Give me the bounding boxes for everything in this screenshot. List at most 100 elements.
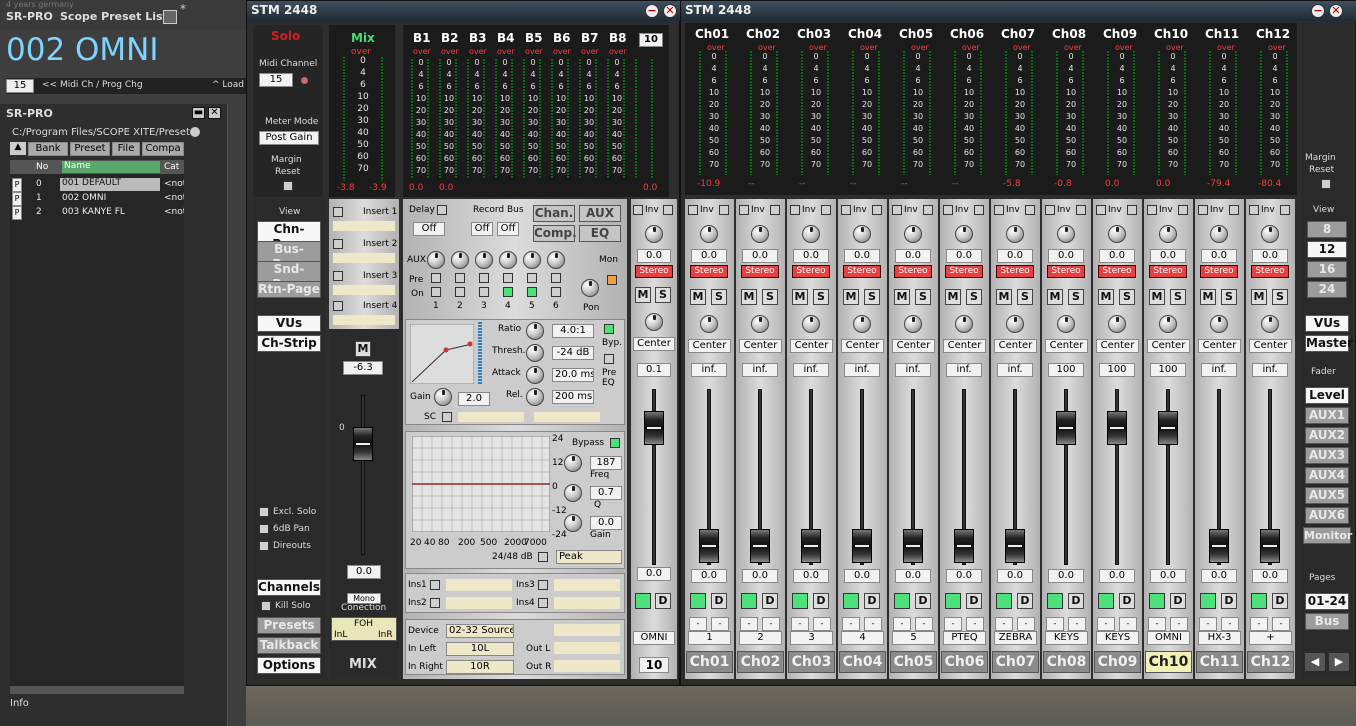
inv-checkbox[interactable]: [974, 205, 984, 215]
in-left-select[interactable]: 10L: [446, 642, 514, 656]
aux-pre-checkbox[interactable]: [551, 273, 561, 283]
channel-name[interactable]: KEYS: [1045, 631, 1088, 645]
channel-select-button[interactable]: Ch09: [1094, 651, 1141, 673]
inv-checkbox[interactable]: [1025, 205, 1035, 215]
mute-button[interactable]: M: [1047, 289, 1063, 305]
inv-checkbox[interactable]: [1127, 205, 1137, 215]
dash-field[interactable]: -: [864, 617, 882, 631]
eq-freq-knob[interactable]: [564, 454, 582, 472]
stereo-button[interactable]: Stereo: [1047, 265, 1085, 278]
eq-button[interactable]: EQ: [579, 225, 621, 242]
direct-button[interactable]: D: [813, 593, 829, 609]
release-value[interactable]: 200 ms: [552, 390, 594, 404]
ch-strip-button[interactable]: Ch-Strip: [257, 335, 321, 352]
pon-knob[interactable]: [581, 279, 599, 297]
table-row[interactable]: P 0 001 DEFAULT <not: [10, 178, 184, 192]
mute-button[interactable]: M: [635, 287, 651, 303]
phase-checkbox[interactable]: [790, 205, 800, 215]
insert4-checkbox[interactable]: [333, 301, 343, 311]
table-row[interactable]: P 1 002 OMNI <not: [10, 192, 184, 206]
solo-button[interactable]: S: [966, 289, 982, 305]
insert3-checkbox[interactable]: [333, 271, 343, 281]
release-knob[interactable]: [526, 388, 544, 406]
direct-button[interactable]: D: [655, 593, 671, 609]
channel-select-button[interactable]: Ch01: [686, 651, 733, 673]
aux-pre-checkbox[interactable]: [527, 273, 537, 283]
phase-checkbox[interactable]: [1045, 205, 1055, 215]
direct-button[interactable]: D: [1221, 593, 1237, 609]
record-bus-2[interactable]: Off: [497, 222, 519, 236]
mute-button[interactable]: M: [1149, 289, 1165, 305]
solo-button[interactable]: S: [1272, 289, 1288, 305]
channel-name[interactable]: PTEQ: [943, 631, 986, 645]
talkback-button[interactable]: Talkback: [257, 637, 321, 654]
channel-name[interactable]: OMNI: [1147, 631, 1190, 645]
minimize-button[interactable]: −: [645, 4, 659, 18]
margin-reset-button[interactable]: [1321, 179, 1331, 189]
inv-checkbox[interactable]: [770, 205, 780, 215]
pan-knob[interactable]: [802, 315, 820, 333]
fader-handle[interactable]: [801, 529, 821, 563]
channels-button[interactable]: Channels: [257, 579, 321, 596]
dash-field[interactable]: -: [711, 617, 729, 631]
insert4-slot[interactable]: [333, 315, 395, 325]
direct-led[interactable]: [996, 593, 1012, 609]
fader-aux6[interactable]: AUX6: [1305, 507, 1349, 524]
dash-field[interactable]: -: [1170, 617, 1188, 631]
options-button[interactable]: Options: [257, 657, 321, 674]
channel-select-button[interactable]: Ch12: [1247, 651, 1294, 673]
sidechain-slot-1[interactable]: [458, 412, 524, 422]
stereo-button[interactable]: Stereo: [1149, 265, 1187, 278]
eq-freq-value[interactable]: 187: [590, 456, 622, 470]
view-8[interactable]: 8: [1307, 221, 1347, 238]
device-select[interactable]: 02-32 Source: [446, 624, 514, 638]
gain-knob[interactable]: [853, 225, 871, 243]
pan-knob[interactable]: [1261, 315, 1279, 333]
inv-checkbox[interactable]: [663, 205, 673, 215]
record-bus-1[interactable]: Off: [471, 222, 493, 236]
load-button[interactable]: ^ Load: [212, 80, 244, 90]
fader-handle[interactable]: [1005, 529, 1025, 563]
ins1-slot[interactable]: [446, 579, 512, 591]
dash-field[interactable]: -: [1017, 617, 1035, 631]
fader-handle[interactable]: [750, 529, 770, 563]
pre-eq-checkbox[interactable]: [604, 354, 614, 364]
aux-on-checkbox[interactable]: [455, 287, 465, 297]
table-row[interactable]: P 2 003 KANYE FL <not: [10, 206, 184, 220]
dash-field[interactable]: -: [1272, 617, 1290, 631]
dash-field[interactable]: -: [842, 617, 860, 631]
mute-button[interactable]: M: [690, 289, 706, 305]
gain-knob[interactable]: [904, 225, 922, 243]
inv-checkbox[interactable]: [1280, 205, 1290, 215]
aux-on-checkbox[interactable]: [551, 287, 561, 297]
mute-button[interactable]: M: [741, 289, 757, 305]
attack-knob[interactable]: [526, 366, 544, 384]
phase-checkbox[interactable]: [1096, 205, 1106, 215]
fader-aux4[interactable]: AUX4: [1305, 467, 1349, 484]
fader-level[interactable]: Level: [1305, 387, 1349, 404]
horizontal-scrollbar[interactable]: [10, 686, 184, 694]
fader-handle[interactable]: [1107, 411, 1127, 445]
direct-button[interactable]: D: [966, 593, 982, 609]
page-next-icon[interactable]: ▶: [1329, 653, 1349, 671]
tab-bank[interactable]: Bank: [28, 142, 68, 156]
ins4-checkbox[interactable]: [538, 598, 548, 608]
mute-button[interactable]: M: [996, 289, 1012, 305]
phase-checkbox[interactable]: [994, 205, 1004, 215]
solo-button[interactable]: S: [762, 289, 778, 305]
out-l-slot[interactable]: [554, 642, 620, 654]
aux-pre-checkbox[interactable]: [455, 273, 465, 283]
solo-button[interactable]: S: [1221, 289, 1237, 305]
comp-gain-value[interactable]: 2.0: [458, 392, 490, 406]
channel-name[interactable]: 1: [688, 631, 731, 645]
gain-knob[interactable]: [645, 225, 663, 243]
mon-checkbox[interactable]: [607, 275, 617, 285]
pan-knob[interactable]: [955, 315, 973, 333]
stereo-button[interactable]: Stereo: [635, 265, 673, 278]
gain-knob[interactable]: [955, 225, 973, 243]
phase-checkbox[interactable]: [633, 205, 643, 215]
pan-knob[interactable]: [904, 315, 922, 333]
aux-on-checkbox[interactable]: [503, 287, 513, 297]
close-button[interactable]: ✕: [663, 4, 677, 18]
direct-button[interactable]: D: [915, 593, 931, 609]
